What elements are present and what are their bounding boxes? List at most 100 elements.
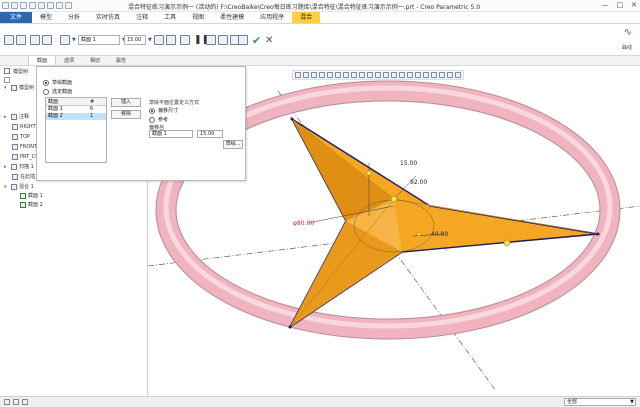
remove-button[interactable]: 移除 xyxy=(111,110,141,119)
depth-field[interactable]: 15.00 xyxy=(124,35,146,45)
radio-icon[interactable] xyxy=(43,88,49,95)
drag-handle[interactable] xyxy=(390,195,398,203)
tree-item-top-plane[interactable]: TOP xyxy=(12,133,30,140)
chevron-down-icon[interactable]: ▾ xyxy=(4,85,9,91)
tab-properties[interactable]: 属性 xyxy=(108,56,134,65)
close-button[interactable]: ✕ xyxy=(631,1,637,9)
radio-selected-icon[interactable] xyxy=(43,79,49,86)
tree-item-section-1[interactable]: 截面 1 xyxy=(20,192,43,199)
tab-model[interactable]: 模型 xyxy=(32,12,60,23)
new-file-icon[interactable] xyxy=(2,2,9,9)
tab-annotate[interactable]: 注释 xyxy=(128,12,156,23)
tab-tangency[interactable]: 相切 xyxy=(82,56,108,65)
remove-material-button[interactable] xyxy=(166,34,176,46)
browser-toggle-icon[interactable] xyxy=(13,399,19,405)
depth-type-select[interactable]: ▼ xyxy=(60,34,76,46)
flip-direction-button[interactable] xyxy=(154,34,164,46)
navigator-toggle-icon[interactable] xyxy=(4,399,10,405)
tab-sections[interactable]: 截面 xyxy=(28,56,57,65)
chevron-right-icon[interactable]: ▸ xyxy=(4,164,9,170)
regenerate-icon[interactable] xyxy=(47,2,54,9)
display-style-icon[interactable] xyxy=(327,72,333,78)
point-display-icon[interactable] xyxy=(407,72,413,78)
tree-item-annotations[interactable]: ▸ 注释 xyxy=(4,113,29,120)
tab-view[interactable]: 视图 xyxy=(184,12,212,23)
undo-icon[interactable] xyxy=(29,2,36,9)
radio-selected-icon[interactable] xyxy=(149,107,155,114)
ok-button[interactable]: ✔ xyxy=(252,34,261,47)
section-select-field[interactable]: 截面 1 xyxy=(78,35,120,45)
section-view-icon[interactable] xyxy=(359,72,365,78)
solid-option[interactable] xyxy=(4,34,14,46)
windows-icon[interactable] xyxy=(56,2,63,9)
stop-view-icon[interactable] xyxy=(439,72,445,78)
tree-item-sweep[interactable]: ▸ 扫描 1 xyxy=(4,163,34,170)
csys-display-icon[interactable] xyxy=(415,72,421,78)
extra-view-icon[interactable] xyxy=(447,72,453,78)
maximize-button[interactable]: □ xyxy=(617,1,624,9)
save-icon[interactable] xyxy=(20,2,27,9)
cancel-button[interactable]: ✕ xyxy=(265,34,273,46)
height-dimension[interactable]: 15.00 xyxy=(400,160,417,167)
zoom-in-icon[interactable] xyxy=(303,72,309,78)
chevron-right-icon[interactable]: ▸ xyxy=(4,114,9,120)
thicken-button[interactable] xyxy=(180,34,190,46)
tree-item-root[interactable]: ▾ 模型树 xyxy=(4,84,34,91)
saved-views-icon[interactable] xyxy=(335,72,341,78)
drag-handle[interactable] xyxy=(366,170,372,176)
tree-item-front-plane[interactable]: FRONT xyxy=(12,143,37,150)
tab-flexible-modeling[interactable]: 柔性建模 xyxy=(212,12,252,23)
reference-option[interactable]: 参考 xyxy=(149,116,168,123)
datum-display-icon[interactable] xyxy=(367,72,373,78)
offset-dimension-option[interactable]: 偏移尺寸 xyxy=(149,107,178,114)
tab-tools[interactable]: 工具 xyxy=(156,12,184,23)
sketch-view-icon[interactable] xyxy=(423,72,429,78)
offset-value-input[interactable]: 15.00 xyxy=(197,130,223,138)
offset-reference-select[interactable]: 截面 1 xyxy=(149,130,193,138)
open-file-icon[interactable] xyxy=(11,2,18,9)
preview-button[interactable] xyxy=(206,34,216,46)
curve-panel-icon[interactable]: ∿ xyxy=(624,27,632,38)
radio-icon[interactable] xyxy=(149,116,155,123)
verify-button[interactable] xyxy=(218,34,228,46)
tab-file[interactable]: 文件 xyxy=(0,12,33,23)
close-window-icon[interactable] xyxy=(65,2,72,9)
redo-icon[interactable] xyxy=(38,2,45,9)
table-row[interactable]: 截面 1 6 xyxy=(46,106,106,113)
feature-preview-button[interactable] xyxy=(238,34,248,46)
length-dimension[interactable]: 40.00 xyxy=(431,231,448,238)
tab-live-simulation[interactable]: 实时仿真 xyxy=(88,12,128,23)
tab-blend[interactable]: 混合 xyxy=(292,12,321,23)
spin-center-icon[interactable] xyxy=(383,72,389,78)
view-manager-icon[interactable] xyxy=(343,72,349,78)
tab-analysis[interactable]: 分析 xyxy=(60,12,88,23)
section-select[interactable]: 截面 1 ▼ xyxy=(78,34,126,46)
perspective-icon[interactable] xyxy=(351,72,357,78)
full-screen-icon[interactable] xyxy=(22,399,28,405)
filter-icon[interactable] xyxy=(4,77,10,83)
minimize-button[interactable]: — xyxy=(602,1,609,9)
tree-item-blend[interactable]: ▾ 混合 1 xyxy=(4,183,34,190)
table-row[interactable]: 截面 2 1 xyxy=(46,113,106,120)
pause-view-icon[interactable] xyxy=(431,72,437,78)
tab-options[interactable]: 选项 xyxy=(56,56,82,65)
tree-item-section-2[interactable]: 截面 2 xyxy=(20,201,43,208)
selected-sections-option[interactable]: 选定截面 xyxy=(43,88,72,95)
repaint-icon[interactable] xyxy=(319,72,325,78)
sketch-option[interactable] xyxy=(30,34,40,46)
selection-filter-select[interactable]: 全部 ▼ xyxy=(564,398,636,406)
tree-item-right-plane[interactable]: RIGHT xyxy=(12,123,36,130)
surface-option[interactable] xyxy=(16,34,26,46)
drag-handle[interactable] xyxy=(503,239,511,247)
sketched-sections-option[interactable]: 草绘截面 xyxy=(43,79,72,86)
model-tree-icon[interactable] xyxy=(4,68,10,74)
zoom-out-icon[interactable] xyxy=(311,72,317,78)
depth-input[interactable]: 15.00 ▼ xyxy=(124,34,152,46)
angle-dimension[interactable]: 92.00 xyxy=(410,179,427,186)
axis-display-icon[interactable] xyxy=(399,72,405,78)
chevron-down-icon[interactable]: ▾ xyxy=(4,184,9,190)
refit-icon[interactable] xyxy=(295,72,301,78)
tab-applications[interactable]: 应用程序 xyxy=(252,12,292,23)
annotation-display-icon[interactable] xyxy=(375,72,381,78)
diameter-dimension[interactable]: φ80.00 xyxy=(293,220,314,227)
